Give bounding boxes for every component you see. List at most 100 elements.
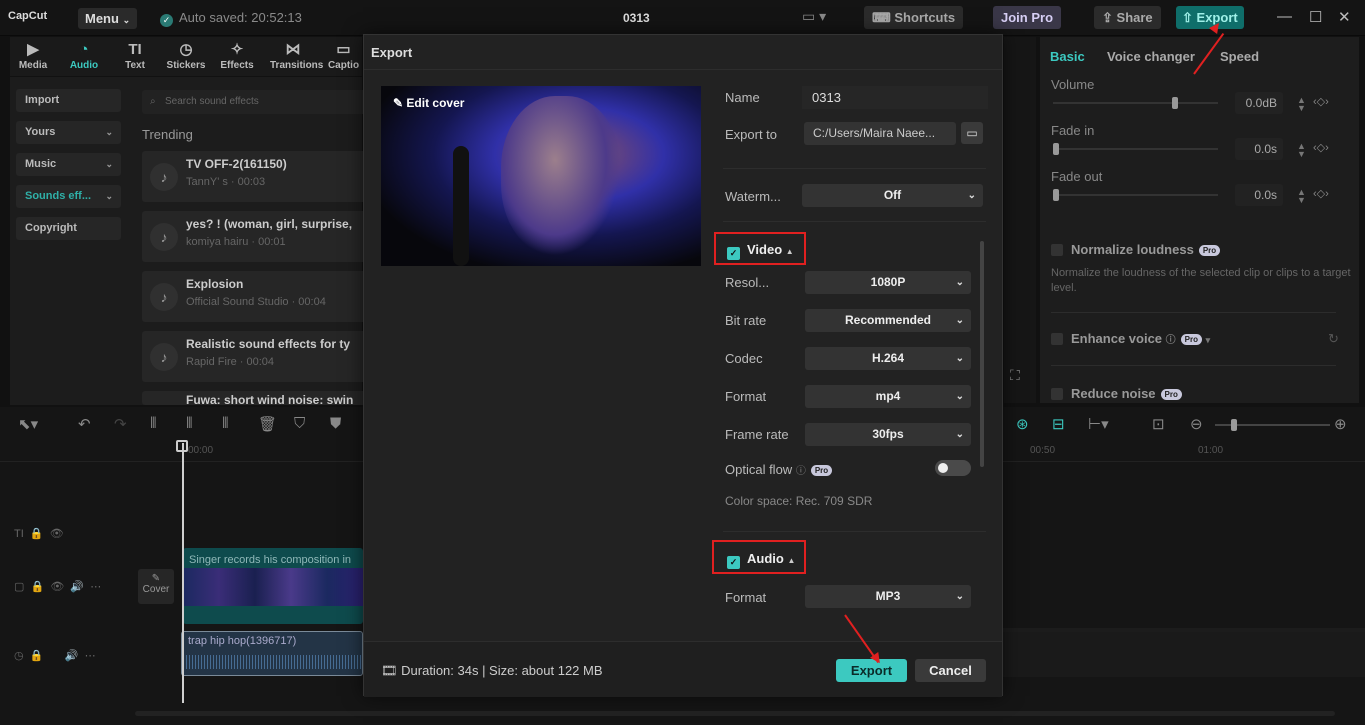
- marker-icon[interactable]: ⛉: [294, 415, 305, 432]
- media-panel: ▶Media ◔Audio TIText ◷Stickers ✧Effects …: [10, 37, 362, 405]
- ruler-start: 00:00: [188, 445, 213, 456]
- reduce-noise-checkbox[interactable]: [1051, 388, 1063, 400]
- framerate-select[interactable]: 30fps⌄: [805, 423, 971, 446]
- join-pro-button[interactable]: Join Pro: [993, 6, 1061, 29]
- tool-audio[interactable]: ◔Audio: [61, 40, 107, 71]
- slider-handle[interactable]: [1172, 97, 1178, 109]
- category-import[interactable]: Import: [16, 89, 121, 112]
- watermark-select[interactable]: Off⌄: [802, 184, 983, 207]
- slider-handle[interactable]: [1231, 419, 1237, 431]
- cover-preview[interactable]: ✎ Edit cover: [381, 86, 701, 266]
- audio-format-label: Format: [725, 590, 766, 605]
- tab-speed[interactable]: Speed: [1220, 49, 1259, 64]
- audio-clip[interactable]: trap hip hop(1396717): [181, 631, 363, 676]
- zoom-out-icon[interactable]: ⊖: [1190, 415, 1203, 433]
- undo-icon[interactable]: ↶: [78, 415, 91, 433]
- codec-select[interactable]: H.264⌄: [805, 347, 971, 370]
- category-music[interactable]: Music⌄: [16, 153, 121, 176]
- edit-cover-button[interactable]: ✎ Edit cover: [393, 96, 464, 110]
- reset-icon[interactable]: ↻: [1328, 331, 1339, 347]
- enhance-voice-checkbox[interactable]: [1051, 333, 1063, 345]
- zoom-fit-icon[interactable]: ⊡: [1152, 415, 1165, 433]
- tool-stickers[interactable]: ◷Stickers: [163, 40, 209, 71]
- volume-value[interactable]: 0.0dB: [1235, 92, 1283, 114]
- close-icon[interactable]: ✕: [1338, 8, 1351, 26]
- split-left-icon[interactable]: ⦀: [186, 415, 193, 432]
- name-input[interactable]: 0313: [802, 86, 988, 109]
- divider: [1051, 365, 1336, 366]
- share-button[interactable]: ⇪ Share: [1094, 6, 1161, 29]
- export-icon: ⇧: [1182, 10, 1193, 25]
- split-right-icon[interactable]: ⦀: [222, 415, 229, 432]
- export-button[interactable]: Export: [836, 659, 907, 682]
- sound-item[interactable]: ♪yes? ! (woman, girl, surprise,komiya ha…: [142, 211, 372, 262]
- name-label: Name: [725, 90, 760, 105]
- category-yours[interactable]: Yours⌄: [16, 121, 121, 144]
- chevron-down-icon: ⌄: [956, 385, 964, 408]
- keyframe-nav-icon[interactable]: ‹◇›: [1313, 187, 1329, 200]
- export-path-field[interactable]: C:/Users/Maira Naee...: [804, 122, 956, 145]
- chevron-down-icon: ⌄: [956, 271, 964, 294]
- shield-icon[interactable]: ⛊: [330, 415, 341, 432]
- tool-transitions[interactable]: ⋈Transitions: [270, 40, 316, 71]
- slider-handle[interactable]: [1053, 189, 1059, 201]
- sound-item[interactable]: ♪ExplosionOfficial Sound Studio · 00:04: [142, 271, 372, 322]
- audio-format-select[interactable]: MP3⌄: [805, 585, 971, 608]
- category-copyright[interactable]: Copyright: [16, 217, 121, 240]
- chevron-down-icon: ⌄: [105, 121, 113, 144]
- format-select[interactable]: mp4⌄: [805, 385, 971, 408]
- stepper-icon[interactable]: ▲▼: [1297, 142, 1306, 158]
- link-icon[interactable]: ⊟: [1052, 415, 1065, 433]
- maximize-icon[interactable]: ☐: [1309, 8, 1322, 26]
- autosave-status: ✓Auto saved: 20:52:13: [160, 10, 302, 27]
- dialog-scrollbar[interactable]: [980, 241, 984, 467]
- folder-icon[interactable]: ▭: [961, 122, 983, 144]
- horizontal-scrollbar[interactable]: [135, 711, 1335, 716]
- fade-in-slider[interactable]: [1053, 148, 1218, 150]
- bitrate-select[interactable]: Recommended⌄: [805, 309, 971, 332]
- tool-captions[interactable]: ▭Captio: [325, 40, 362, 71]
- menu-button[interactable]: Menu ⌄: [78, 8, 137, 29]
- fullscreen-icon[interactable]: ⛶: [1010, 367, 1020, 384]
- cancel-button[interactable]: Cancel: [915, 659, 986, 682]
- video-clip[interactable]: Singer records his composition in: [183, 548, 363, 624]
- volume-slider[interactable]: [1053, 102, 1218, 104]
- fade-in-value[interactable]: 0.0s: [1235, 138, 1283, 160]
- minimize-icon[interactable]: —: [1277, 8, 1292, 25]
- tool-effects[interactable]: ✧Effects: [214, 40, 260, 71]
- sound-item[interactable]: ♪TV OFF-2(161150)TannY' s · 00:03: [142, 151, 372, 202]
- layout-icon[interactable]: ▭ ▾: [802, 8, 826, 25]
- keyframe-nav-icon[interactable]: ‹◇›: [1313, 141, 1329, 154]
- split-icon[interactable]: ⦀: [150, 415, 157, 432]
- zoom-slider[interactable]: [1215, 424, 1330, 426]
- sound-item[interactable]: Fuwa: short wind noise: swin: [142, 391, 372, 405]
- select-tool-icon[interactable]: ⬉▾: [18, 415, 38, 433]
- optical-flow-toggle[interactable]: [935, 460, 971, 476]
- fade-out-slider[interactable]: [1053, 194, 1218, 196]
- tab-voice-changer[interactable]: Voice changer: [1107, 49, 1195, 64]
- search-input[interactable]: ⌕Search sound effects: [142, 90, 367, 114]
- redo-icon[interactable]: ↷: [114, 415, 127, 433]
- preview-axis-icon[interactable]: ⊢▾: [1088, 415, 1109, 433]
- keyframe-nav-icon[interactable]: ‹◇›: [1313, 95, 1329, 108]
- resolution-select[interactable]: 1080P⌄: [805, 271, 971, 294]
- magnet-icon[interactable]: ⊛: [1016, 415, 1029, 433]
- share-icon: ⇪: [1102, 10, 1113, 25]
- category-sound-effects[interactable]: Sounds eff...⌄: [16, 185, 121, 208]
- sound-item[interactable]: ♪Realistic sound effects for tyRapid Fir…: [142, 331, 372, 382]
- normalize-checkbox[interactable]: [1051, 244, 1063, 256]
- tab-basic[interactable]: Basic: [1050, 49, 1085, 64]
- chevron-down-icon: ⌄: [956, 347, 964, 370]
- cover-button[interactable]: ✎Cover: [138, 569, 174, 604]
- zoom-in-icon[interactable]: ⊕: [1334, 415, 1347, 433]
- delete-icon[interactable]: 🗑: [258, 415, 277, 433]
- playhead[interactable]: [182, 443, 184, 703]
- shortcuts-button[interactable]: ⌨ Shortcuts: [864, 6, 963, 29]
- dialog-footer: 🎞 Duration: 34s | Size: about 122 MB Exp…: [364, 641, 1002, 697]
- stepper-icon[interactable]: ▲▼: [1297, 96, 1306, 112]
- stepper-icon[interactable]: ▲▼: [1297, 188, 1306, 204]
- fade-out-value[interactable]: 0.0s: [1235, 184, 1283, 206]
- tool-text[interactable]: TIText: [112, 40, 158, 71]
- tool-media[interactable]: ▶Media: [10, 40, 56, 71]
- slider-handle[interactable]: [1053, 143, 1059, 155]
